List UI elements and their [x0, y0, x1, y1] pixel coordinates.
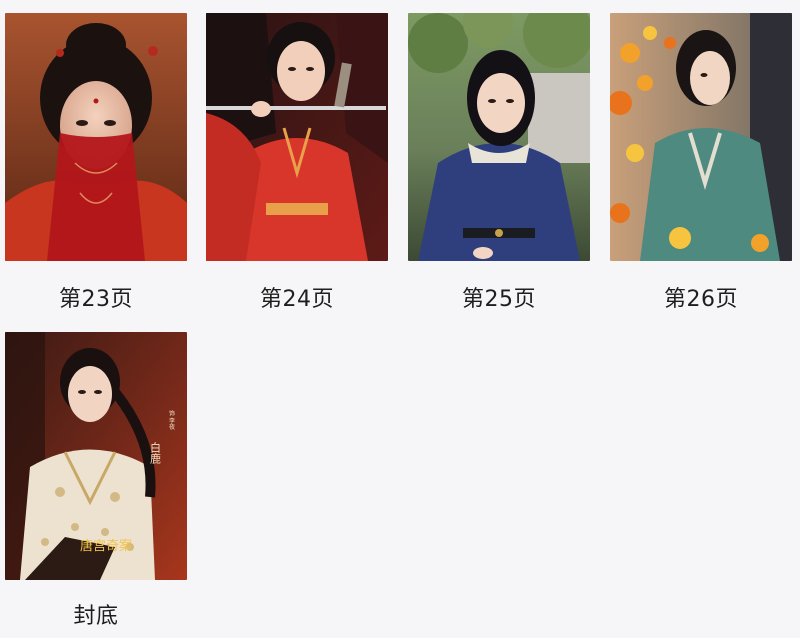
gallery-item[interactable]: 第23页 [5, 13, 187, 312]
poster-role-name: 饰 李夜 [168, 409, 175, 431]
thumbnail-image[interactable] [206, 13, 388, 261]
thumbnail-image[interactable] [408, 13, 590, 261]
page-caption: 第25页 [462, 287, 536, 312]
image-gallery: 第23页 第24页 第25页 第26页 白鹿 饰 李夜 唐宫奇案 封底 [0, 0, 800, 638]
poster-actor-name: 白鹿 [149, 441, 162, 464]
page-caption: 第26页 [664, 287, 738, 312]
thumbnail-image[interactable] [5, 13, 187, 261]
page-caption: 第23页 [59, 287, 133, 312]
page-caption: 第24页 [260, 287, 334, 312]
gallery-item[interactable]: 白鹿 饰 李夜 唐宫奇案 封底 [5, 332, 187, 629]
thumbnail-image[interactable]: 白鹿 饰 李夜 唐宫奇案 [5, 332, 187, 580]
thumbnail-image[interactable] [610, 13, 792, 261]
page-caption: 封底 [73, 604, 119, 629]
poster-calligraphy: 唐宫奇案 [80, 538, 132, 554]
woman-blue-robe-sitting-image [408, 13, 590, 261]
woman-teal-robe-autumn-leaves-image [610, 13, 792, 261]
poster-woman-white-embroidered-robe-image: 白鹿 饰 李夜 唐宫奇案 [5, 332, 187, 580]
gallery-item[interactable]: 第25页 [408, 13, 590, 312]
gallery-item[interactable]: 第24页 [206, 13, 388, 312]
woman-red-veil-image [5, 13, 187, 261]
gallery-item[interactable]: 第26页 [610, 13, 792, 312]
woman-red-dress-sword-image [206, 13, 388, 261]
